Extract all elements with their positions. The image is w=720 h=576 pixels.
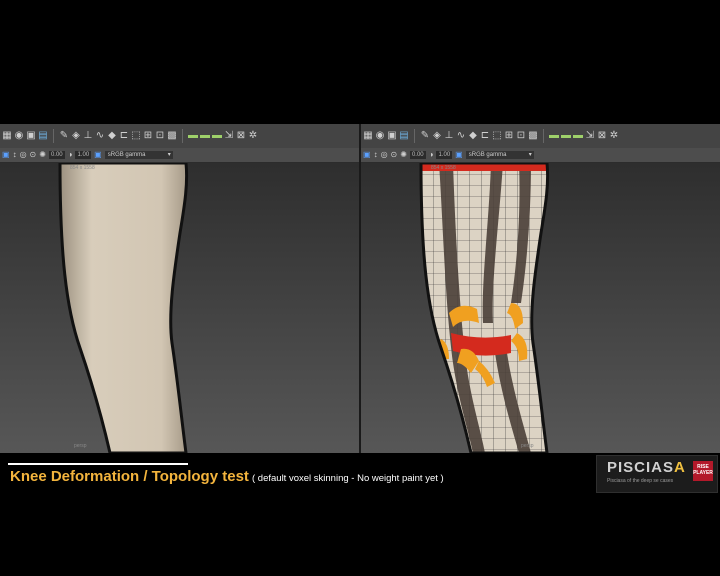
viewport-scene: 854 x 1558 persp [361, 161, 720, 453]
toolbar-divider [414, 129, 415, 143]
panel-exposure-icon[interactable]: ✺ [400, 151, 407, 159]
exposure-field[interactable]: 0.00 [48, 151, 65, 159]
leg-wireframe-render [361, 161, 720, 453]
sphere-icon[interactable]: ◉ [375, 131, 385, 141]
snapshot-icon[interactable]: ⇲ [585, 131, 595, 141]
select-icon[interactable]: ▤ [38, 131, 48, 141]
logo-tagline: Pisciasa of the deep se cases [607, 478, 674, 484]
viewport-toolbar: ▦ ◉ ▣ ▤ ✎ ◈ ⊥ ∿ ◆ ⊏ ⬚ ⊞ ⊡ ▩ ▬ ▬ ▬ ⇲ ⊠ ✲ [0, 124, 359, 149]
render-icon[interactable]: ▬ [549, 131, 559, 141]
panel-grid-icon[interactable]: ▣ [2, 151, 10, 159]
brush-icon[interactable]: ✎ [59, 131, 69, 141]
viewport-right[interactable]: ▦ ◉ ▣ ▤ ✎ ◈ ⊥ ∿ ◆ ⊏ ⬚ ⊞ ⊡ ▩ ▬ ▬ ▬ ⇲ ⊠ ✲ … [361, 124, 720, 453]
exposure-field[interactable]: 0.00 [409, 151, 426, 159]
cube-icon[interactable]: ◆ [468, 131, 478, 141]
colorspace-value: sRGB gamma [107, 152, 146, 158]
logo-wordmark-main: PISCIAS [607, 459, 675, 476]
bracket-icon[interactable]: ⊏ [480, 131, 490, 141]
lasso-icon[interactable]: ∿ [456, 131, 466, 141]
render-icon[interactable]: ▬ [188, 131, 198, 141]
display-icon[interactable]: ⊠ [236, 131, 246, 141]
logo-wordmark: PISCIASA [607, 459, 686, 476]
panel-lens-icon[interactable]: ⊙ [30, 151, 37, 159]
viewport-left[interactable]: ▦ ◉ ▣ ▤ ✎ ◈ ⊥ ∿ ◆ ⊏ ⬚ ⊞ ⊡ ▩ ▬ ▬ ▬ ⇲ ⊠ ✲ … [0, 124, 359, 453]
gamma-field[interactable]: 1.00 [436, 151, 453, 159]
toolbar-divider [53, 129, 54, 143]
grid-toggle-icon[interactable]: ⊞ [504, 131, 514, 141]
display-icon[interactable]: ⊠ [597, 131, 607, 141]
colorspace-icon: ▣ [94, 150, 102, 159]
panel-lens-icon[interactable]: ⊙ [391, 151, 398, 159]
cube-icon[interactable]: ◆ [107, 131, 117, 141]
settings-icon[interactable]: ✲ [248, 131, 258, 141]
settings-icon[interactable]: ✲ [609, 131, 619, 141]
render-region-icon[interactable]: ▬ [200, 131, 210, 141]
caption-underline [8, 463, 188, 465]
resolution-label: 854 x 1558 [431, 165, 456, 171]
panel-gamma-icon[interactable]: ◑ [68, 151, 73, 159]
joint-icon[interactable]: ⊥ [83, 131, 93, 141]
logo-wordmark-accent: A [674, 459, 686, 476]
panel-arrow-icon[interactable]: ↕ [374, 151, 378, 159]
colorspace-icon: ▣ [455, 150, 463, 159]
chevron-down-icon: ▾ [167, 152, 171, 158]
caption-title: Knee Deformation / Topology test [10, 468, 249, 485]
panel-camera-icon[interactable]: ◎ [20, 151, 27, 159]
caption-subtitle: ( default voxel skinning - No weight pai… [252, 473, 444, 484]
logo-badge: RISE PLAYER [693, 461, 713, 481]
render-region-icon[interactable]: ▬ [561, 131, 571, 141]
snap-icon[interactable]: ▩ [167, 131, 177, 141]
grid-icon[interactable]: ▦ [363, 131, 373, 141]
brand-logo: PISCIASA Pisciasa of the deep se cases R… [596, 455, 718, 493]
brush-icon[interactable]: ✎ [420, 131, 430, 141]
panel-exposure-icon[interactable]: ✺ [39, 151, 46, 159]
snapshot-icon[interactable]: ⇲ [224, 131, 234, 141]
rotate-icon[interactable]: ◈ [432, 131, 442, 141]
viewport-scene: 854 x 1558 persp [0, 161, 359, 453]
box-icon[interactable]: ▣ [26, 131, 36, 141]
camera-label: persp [521, 443, 534, 449]
chevron-down-icon: ▾ [528, 152, 532, 158]
toolbar-divider [543, 129, 544, 143]
snap-icon[interactable]: ▩ [528, 131, 538, 141]
ipr-icon[interactable]: ▬ [212, 131, 222, 141]
joint-icon[interactable]: ⊥ [444, 131, 454, 141]
viewport-panel-bar: ▣ ↕ ◎ ⊙ ✺ 0.00 ◑ 1.00 ▣ sRGB gamma ▾ [361, 148, 720, 163]
colorspace-select[interactable]: sRGB gamma ▾ [104, 151, 173, 159]
panel-gamma-icon[interactable]: ◑ [429, 151, 434, 159]
leg-render [0, 161, 359, 453]
resolution-label: 854 x 1558 [70, 165, 95, 171]
ipr-icon[interactable]: ▬ [573, 131, 583, 141]
panel-camera-icon[interactable]: ◎ [381, 151, 388, 159]
viewport-panel-bar: ▣ ↕ ◎ ⊙ ✺ 0.00 ◑ 1.00 ▣ sRGB gamma ▾ [0, 148, 359, 163]
viewport-toolbar: ▦ ◉ ▣ ▤ ✎ ◈ ⊥ ∿ ◆ ⊏ ⬚ ⊞ ⊡ ▩ ▬ ▬ ▬ ⇲ ⊠ ✲ [361, 124, 720, 149]
camera-icon[interactable]: ⊡ [516, 131, 526, 141]
toolbar-divider [182, 129, 183, 143]
gamma-field[interactable]: 1.00 [75, 151, 92, 159]
rotate-icon[interactable]: ◈ [71, 131, 81, 141]
colorspace-select[interactable]: sRGB gamma ▾ [465, 151, 534, 159]
panel-grid-icon[interactable]: ▣ [363, 151, 371, 159]
frame-icon[interactable]: ⬚ [131, 131, 141, 141]
grid-toggle-icon[interactable]: ⊞ [143, 131, 153, 141]
sphere-icon[interactable]: ◉ [14, 131, 24, 141]
frame-icon[interactable]: ⬚ [492, 131, 502, 141]
panel-arrow-icon[interactable]: ↕ [13, 151, 17, 159]
colorspace-value: sRGB gamma [468, 152, 507, 158]
lasso-icon[interactable]: ∿ [95, 131, 105, 141]
select-icon[interactable]: ▤ [399, 131, 409, 141]
box-icon[interactable]: ▣ [387, 131, 397, 141]
bracket-icon[interactable]: ⊏ [119, 131, 129, 141]
camera-icon[interactable]: ⊡ [155, 131, 165, 141]
camera-label: persp [74, 443, 87, 449]
grid-icon[interactable]: ▦ [2, 131, 12, 141]
